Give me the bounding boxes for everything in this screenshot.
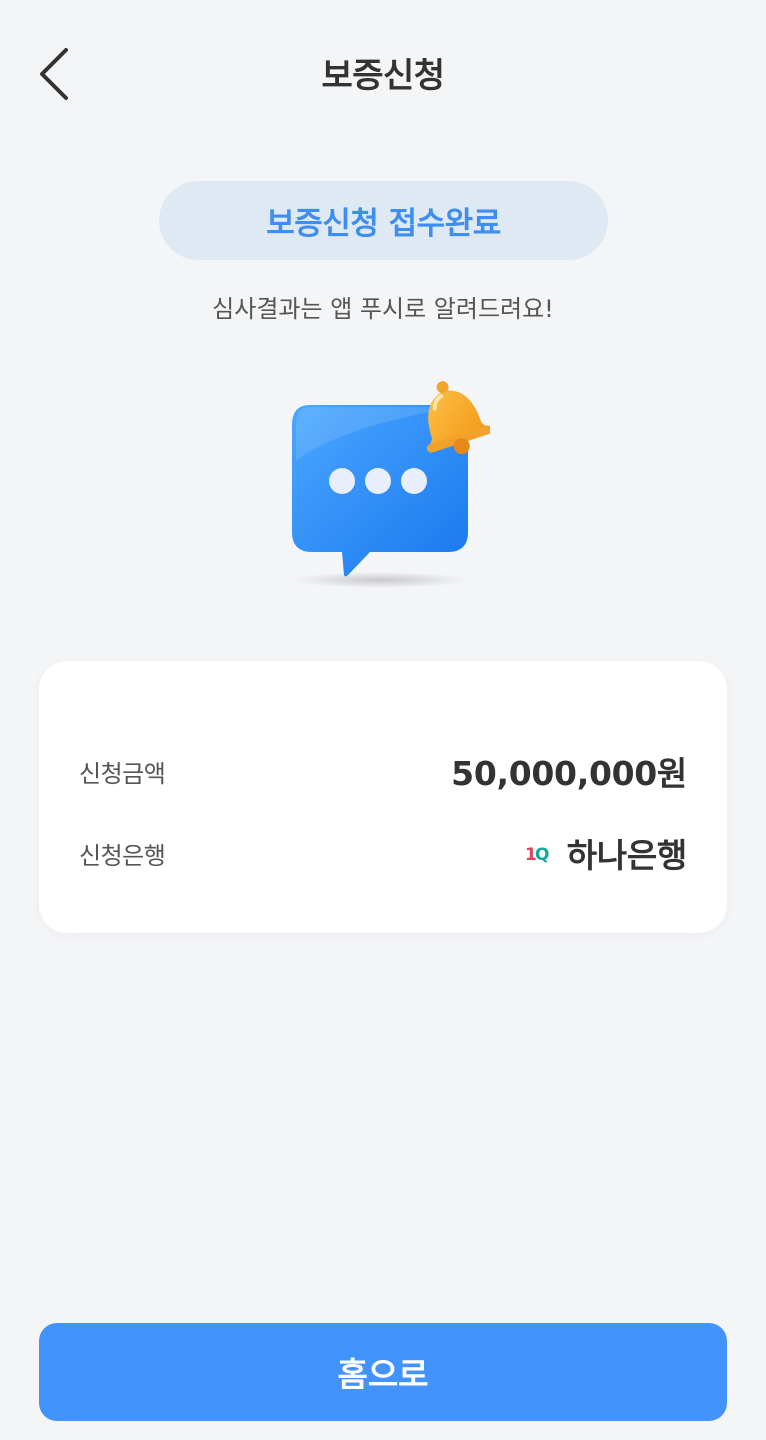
header: 보증신청 xyxy=(0,0,766,145)
chat-bubble-bell-icon xyxy=(280,370,492,600)
amount-value: 50,000,000원 xyxy=(451,754,687,793)
bank-name: 하나은행 xyxy=(566,836,688,875)
bank-row: 신청은행 1 Q 하나은행 xyxy=(79,823,687,883)
guarantee-complete-screen: 보증신청 보증신청 접수완료 심사결과는 앱 푸시로 알려드려요! 신청금액 5… xyxy=(0,0,766,1440)
status-subtitle: 심사결과는 앱 푸시로 알려드려요! xyxy=(212,295,554,323)
bank-label: 신청은행 xyxy=(79,841,166,870)
amount-label: 신청금액 xyxy=(79,759,166,788)
home-button[interactable]: 홈으로 xyxy=(39,1323,727,1421)
bank-value-group: 1 Q 하나은행 xyxy=(525,829,688,877)
svg-text:Q: Q xyxy=(535,845,549,865)
hana-bank-logo-icon: 1 Q xyxy=(525,845,549,865)
page-title: 보증신청 xyxy=(321,56,445,96)
amount-row: 신청금액 50,000,000원 xyxy=(79,741,687,801)
application-info-card: 신청금액 50,000,000원 신청은행 1 Q 하나은행 xyxy=(39,661,727,933)
status-badge: 보증신청 접수완료 xyxy=(159,181,608,260)
